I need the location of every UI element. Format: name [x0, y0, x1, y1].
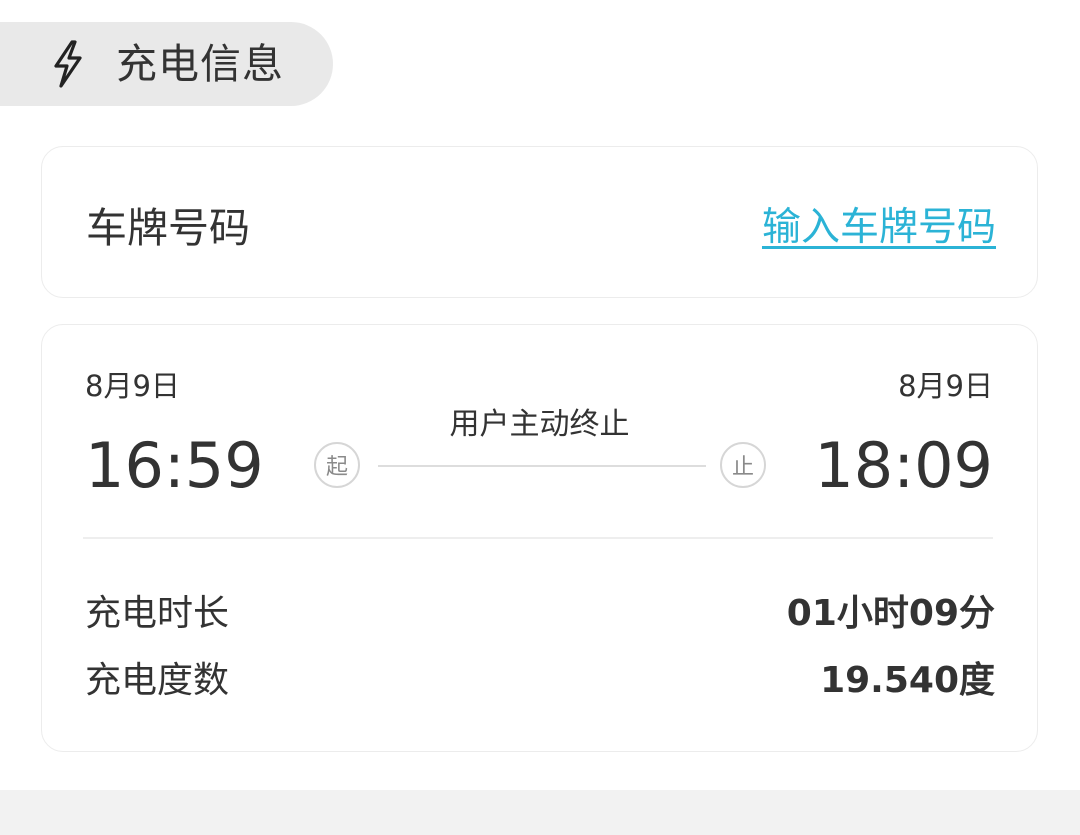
start-time: 16:59: [85, 429, 264, 502]
end-marker: 止: [720, 442, 766, 488]
section-title: 充电信息: [116, 40, 284, 88]
end-date: 8月9日: [898, 369, 993, 403]
energy-value: 19.540度: [820, 660, 995, 701]
divider: [83, 537, 993, 539]
duration-value: 01小时09分: [786, 593, 995, 634]
duration-label: 充电时长: [85, 593, 230, 634]
start-marker: 起: [314, 442, 360, 488]
section-header: 充电信息: [0, 22, 333, 106]
enter-plate-link[interactable]: 输入车牌号码: [762, 205, 996, 251]
bottom-strip: [0, 790, 1080, 835]
charging-session-card: 8月9日 8月9日 用户主动终止 16:59 18:09 起 止 充电时长 01…: [41, 324, 1038, 752]
plate-label: 车牌号码: [86, 204, 250, 252]
end-time: 18:09: [814, 429, 993, 502]
plate-card: 车牌号码 输入车牌号码: [41, 146, 1038, 298]
start-date: 8月9日: [85, 369, 180, 403]
lightning-bolt-icon: [54, 40, 82, 88]
timeline-line: [378, 465, 706, 467]
energy-label: 充电度数: [85, 660, 230, 701]
